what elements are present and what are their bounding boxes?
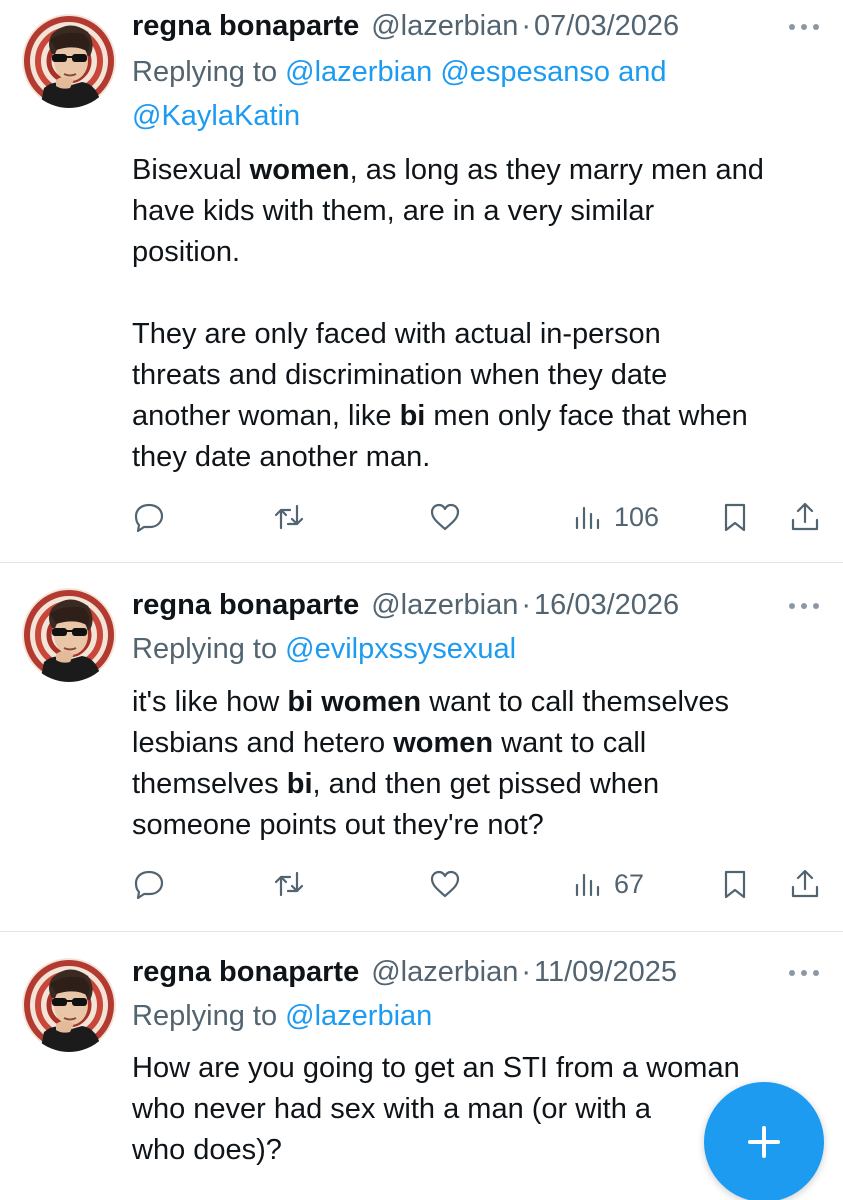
avatar[interactable] bbox=[22, 14, 116, 108]
mention-link[interactable]: @lazerbian bbox=[285, 1000, 432, 1032]
like-icon bbox=[430, 503, 460, 531]
profile-photo bbox=[22, 588, 116, 682]
views-count: 106 bbox=[614, 501, 660, 532]
separator: · bbox=[521, 955, 532, 988]
tweet-text: Bisexual women, as long as they marry me… bbox=[132, 154, 764, 473]
avatar[interactable] bbox=[22, 958, 116, 1052]
tweet-actions: 106 bbox=[132, 495, 832, 539]
reply-icon bbox=[134, 503, 164, 533]
like-button[interactable] bbox=[428, 495, 462, 539]
views-button[interactable]: 67 bbox=[572, 862, 644, 906]
mention-link[interactable]: @espesanso bbox=[440, 56, 610, 88]
like-button[interactable] bbox=[428, 862, 462, 906]
more-options-icon[interactable] bbox=[789, 601, 819, 611]
display-name[interactable]: regna bonaparte bbox=[132, 10, 359, 43]
reply-button[interactable] bbox=[132, 495, 166, 539]
avatar[interactable] bbox=[22, 588, 116, 682]
mention-link[interactable]: @KaylaKatin bbox=[132, 100, 300, 132]
bookmark-button[interactable] bbox=[718, 495, 752, 539]
user-handle[interactable]: @lazerbian bbox=[371, 589, 518, 622]
like-icon bbox=[430, 870, 460, 898]
user-handle[interactable]: @lazerbian bbox=[371, 956, 518, 989]
profile-photo bbox=[22, 958, 116, 1052]
views-count: 67 bbox=[614, 868, 645, 899]
replying-label: Replying to bbox=[132, 633, 278, 665]
display-name[interactable]: regna bonaparte bbox=[132, 956, 359, 989]
tweet-actions: 67 bbox=[132, 862, 832, 906]
more-options-icon[interactable] bbox=[789, 22, 819, 32]
bookmark-button[interactable] bbox=[718, 862, 752, 906]
more-options-icon[interactable] bbox=[789, 968, 819, 978]
replying-to: Replying to @lazerbian bbox=[132, 994, 822, 1038]
replying-to: Replying to @evilpxssysexual bbox=[132, 627, 822, 671]
reply-button[interactable] bbox=[132, 862, 166, 906]
share-button[interactable] bbox=[788, 862, 822, 906]
display-name[interactable]: regna bonaparte bbox=[132, 589, 359, 622]
retweet-button[interactable] bbox=[272, 862, 306, 906]
views-icon bbox=[575, 873, 600, 897]
tweet-divider bbox=[0, 562, 843, 563]
retweet-icon bbox=[274, 504, 304, 530]
plus-icon bbox=[748, 1126, 780, 1158]
bookmark-icon bbox=[724, 870, 746, 899]
replying-label: Replying to bbox=[132, 56, 278, 88]
views-icon bbox=[575, 506, 600, 530]
separator: · bbox=[521, 588, 532, 621]
tweet-date[interactable]: 07/03/2026 bbox=[534, 10, 679, 43]
user-handle[interactable]: @lazerbian bbox=[371, 10, 518, 43]
profile-photo bbox=[22, 14, 116, 108]
tweet-header: regna bonaparte @lazerbian · 16/03/2026 bbox=[132, 585, 679, 625]
share-icon bbox=[791, 869, 819, 898]
tweet-date[interactable]: 16/03/2026 bbox=[534, 589, 679, 622]
views-button[interactable]: 106 bbox=[572, 495, 659, 539]
bookmark-icon bbox=[724, 503, 746, 532]
mention-and: and bbox=[618, 56, 667, 88]
reply-icon bbox=[134, 870, 164, 900]
tweet-header: regna bonaparte @lazerbian · 11/09/2025 bbox=[132, 952, 677, 992]
share-icon bbox=[791, 502, 819, 531]
retweet-icon bbox=[274, 871, 304, 897]
retweet-button[interactable] bbox=[272, 495, 306, 539]
tweet[interactable]: regna bonaparte @lazerbian · 07/03/2026 … bbox=[0, 0, 843, 560]
mention-link[interactable]: @lazerbian bbox=[285, 56, 432, 88]
compose-button[interactable] bbox=[704, 1082, 824, 1200]
tweet-text: it's like how bi women want to call them… bbox=[132, 686, 730, 841]
tweet[interactable]: regna bonaparte @lazerbian · 16/03/2026 … bbox=[0, 564, 843, 930]
replying-to: Replying to @lazerbian @espesanso and @K… bbox=[132, 50, 822, 138]
tweet-header: regna bonaparte @lazerbian · 07/03/2026 bbox=[132, 6, 679, 46]
tweet-date[interactable]: 11/09/2025 bbox=[534, 956, 677, 989]
share-button[interactable] bbox=[788, 495, 822, 539]
replying-label: Replying to bbox=[132, 1000, 278, 1032]
separator: · bbox=[521, 9, 532, 42]
mention-link[interactable]: @evilpxssysexual bbox=[285, 633, 516, 665]
